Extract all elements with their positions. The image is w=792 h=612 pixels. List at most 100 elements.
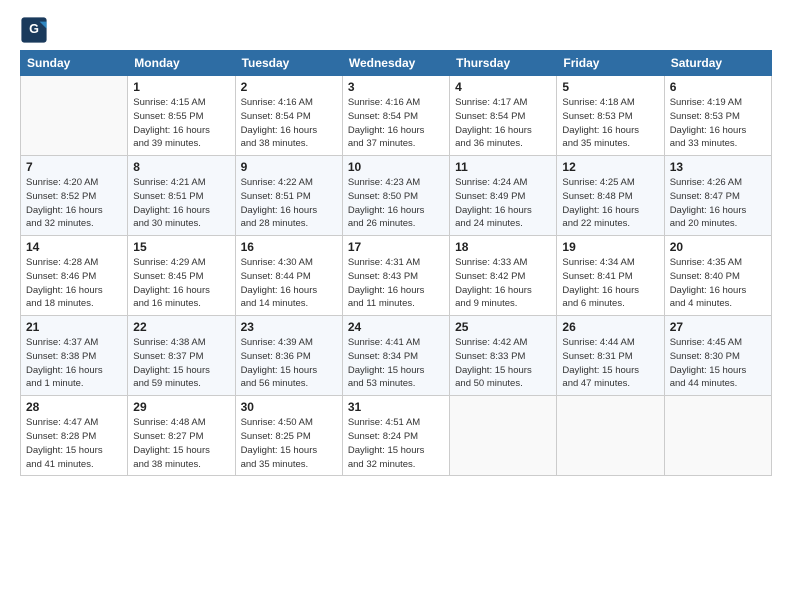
day-info: Sunrise: 4:37 AMSunset: 8:38 PMDaylight:… [26, 336, 122, 391]
day-number: 23 [241, 320, 337, 334]
calendar-cell: 18 Sunrise: 4:33 AMSunset: 8:42 PMDayligh… [450, 236, 557, 316]
day-info: Sunrise: 4:21 AMSunset: 8:51 PMDaylight:… [133, 176, 229, 231]
day-number: 12 [562, 160, 658, 174]
day-info: Sunrise: 4:29 AMSunset: 8:45 PMDaylight:… [133, 256, 229, 311]
day-info: Sunrise: 4:39 AMSunset: 8:36 PMDaylight:… [241, 336, 337, 391]
calendar-cell: 31 Sunrise: 4:51 AMSunset: 8:24 PMDayligh… [342, 396, 449, 476]
calendar-cell: 20 Sunrise: 4:35 AMSunset: 8:40 PMDayligh… [664, 236, 771, 316]
calendar-cell: 5Sunrise: 4:18 AMSunset: 8:53 PMDaylight… [557, 76, 664, 156]
day-info: Sunrise: 4:24 AMSunset: 8:49 PMDaylight:… [455, 176, 551, 231]
day-info: Sunrise: 4:17 AMSunset: 8:54 PMDaylight:… [455, 96, 551, 151]
day-info: Sunrise: 4:50 AMSunset: 8:25 PMDaylight:… [241, 416, 337, 471]
day-header-tuesday: Tuesday [235, 51, 342, 76]
calendar-cell: 12 Sunrise: 4:25 AMSunset: 8:48 PMDayligh… [557, 156, 664, 236]
day-info: Sunrise: 4:28 AMSunset: 8:46 PMDaylight:… [26, 256, 122, 311]
logo: G [20, 16, 52, 44]
day-header-friday: Friday [557, 51, 664, 76]
day-number: 15 [133, 240, 229, 254]
calendar-cell: 10 Sunrise: 4:23 AMSunset: 8:50 PMDayligh… [342, 156, 449, 236]
day-number: 4 [455, 80, 551, 94]
calendar-cell: 11 Sunrise: 4:24 AMSunset: 8:49 PMDayligh… [450, 156, 557, 236]
calendar-cell: 6Sunrise: 4:19 AMSunset: 8:53 PMDaylight… [664, 76, 771, 156]
day-number: 1 [133, 80, 229, 94]
day-number: 17 [348, 240, 444, 254]
day-number: 21 [26, 320, 122, 334]
day-number: 27 [670, 320, 766, 334]
calendar-cell: 16 Sunrise: 4:30 AMSunset: 8:44 PMDayligh… [235, 236, 342, 316]
calendar-cell: 2 Sunrise: 4:16 AMSunset: 8:54 PMDaylight… [235, 76, 342, 156]
day-info: Sunrise: 4:42 AMSunset: 8:33 PMDaylight:… [455, 336, 551, 391]
day-header-saturday: Saturday [664, 51, 771, 76]
calendar-cell [557, 396, 664, 476]
calendar-cell: 26 Sunrise: 4:44 AMSunset: 8:31 PMDayligh… [557, 316, 664, 396]
day-info: Sunrise: 4:20 AMSunset: 8:52 PMDaylight:… [26, 176, 122, 231]
day-info: Sunrise: 4:31 AMSunset: 8:43 PMDaylight:… [348, 256, 444, 311]
day-info: Sunrise: 4:30 AMSunset: 8:44 PMDaylight:… [241, 256, 337, 311]
calendar-cell: 9Sunrise: 4:22 AMSunset: 8:51 PMDaylight… [235, 156, 342, 236]
day-header-sunday: Sunday [21, 51, 128, 76]
calendar-body: 1Sunrise: 4:15 AMSunset: 8:55 PMDaylight… [21, 76, 772, 476]
day-number: 13 [670, 160, 766, 174]
calendar-cell [21, 76, 128, 156]
day-info: Sunrise: 4:47 AMSunset: 8:28 PMDaylight:… [26, 416, 122, 471]
calendar-week-3: 14 Sunrise: 4:28 AMSunset: 8:46 PMDayligh… [21, 236, 772, 316]
day-number: 31 [348, 400, 444, 414]
day-info: Sunrise: 4:45 AMSunset: 8:30 PMDaylight:… [670, 336, 766, 391]
day-info: Sunrise: 4:23 AMSunset: 8:50 PMDaylight:… [348, 176, 444, 231]
calendar-cell: 13 Sunrise: 4:26 AMSunset: 8:47 PMDayligh… [664, 156, 771, 236]
day-info: Sunrise: 4:26 AMSunset: 8:47 PMDaylight:… [670, 176, 766, 231]
day-info: Sunrise: 4:16 AMSunset: 8:54 PMDaylight:… [348, 96, 444, 151]
day-number: 22 [133, 320, 229, 334]
main-container: G SundayMondayTuesdayWednesdayThursdayFr… [0, 0, 792, 486]
calendar-cell: 21 Sunrise: 4:37 AMSunset: 8:38 PMDayligh… [21, 316, 128, 396]
day-number: 18 [455, 240, 551, 254]
day-number: 24 [348, 320, 444, 334]
calendar-table: SundayMondayTuesdayWednesdayThursdayFrid… [20, 50, 772, 476]
calendar-cell: 15 Sunrise: 4:29 AMSunset: 8:45 PMDayligh… [128, 236, 235, 316]
day-info: Sunrise: 4:33 AMSunset: 8:42 PMDaylight:… [455, 256, 551, 311]
day-info: Sunrise: 4:38 AMSunset: 8:37 PMDaylight:… [133, 336, 229, 391]
calendar-cell: 4 Sunrise: 4:17 AMSunset: 8:54 PMDaylight… [450, 76, 557, 156]
day-info: Sunrise: 4:16 AMSunset: 8:54 PMDaylight:… [241, 96, 337, 151]
day-info: Sunrise: 4:51 AMSunset: 8:24 PMDaylight:… [348, 416, 444, 471]
day-info: Sunrise: 4:25 AMSunset: 8:48 PMDaylight:… [562, 176, 658, 231]
day-number: 19 [562, 240, 658, 254]
calendar-week-2: 7Sunrise: 4:20 AMSunset: 8:52 PMDaylight… [21, 156, 772, 236]
calendar-cell [450, 396, 557, 476]
day-number: 11 [455, 160, 551, 174]
calendar-cell: 8Sunrise: 4:21 AMSunset: 8:51 PMDaylight… [128, 156, 235, 236]
day-info: Sunrise: 4:48 AMSunset: 8:27 PMDaylight:… [133, 416, 229, 471]
calendar-week-4: 21 Sunrise: 4:37 AMSunset: 8:38 PMDayligh… [21, 316, 772, 396]
day-info: Sunrise: 4:35 AMSunset: 8:40 PMDaylight:… [670, 256, 766, 311]
day-number: 3 [348, 80, 444, 94]
calendar-cell: 1Sunrise: 4:15 AMSunset: 8:55 PMDaylight… [128, 76, 235, 156]
day-number: 10 [348, 160, 444, 174]
day-header-thursday: Thursday [450, 51, 557, 76]
day-number: 20 [670, 240, 766, 254]
calendar-cell: 17 Sunrise: 4:31 AMSunset: 8:43 PMDayligh… [342, 236, 449, 316]
day-number: 14 [26, 240, 122, 254]
day-header-wednesday: Wednesday [342, 51, 449, 76]
calendar-cell: 30Sunrise: 4:50 AMSunset: 8:25 PMDayligh… [235, 396, 342, 476]
day-info: Sunrise: 4:34 AMSunset: 8:41 PMDaylight:… [562, 256, 658, 311]
calendar-cell: 24 Sunrise: 4:41 AMSunset: 8:34 PMDayligh… [342, 316, 449, 396]
calendar-cell: 29Sunrise: 4:48 AMSunset: 8:27 PMDayligh… [128, 396, 235, 476]
day-number: 26 [562, 320, 658, 334]
calendar-week-1: 1Sunrise: 4:15 AMSunset: 8:55 PMDaylight… [21, 76, 772, 156]
calendar-week-5: 28Sunrise: 4:47 AMSunset: 8:28 PMDayligh… [21, 396, 772, 476]
calendar-cell [664, 396, 771, 476]
calendar-cell: 7Sunrise: 4:20 AMSunset: 8:52 PMDaylight… [21, 156, 128, 236]
day-info: Sunrise: 4:44 AMSunset: 8:31 PMDaylight:… [562, 336, 658, 391]
calendar-cell: 23 Sunrise: 4:39 AMSunset: 8:36 PMDayligh… [235, 316, 342, 396]
calendar-header-row: SundayMondayTuesdayWednesdayThursdayFrid… [21, 51, 772, 76]
day-number: 16 [241, 240, 337, 254]
calendar-cell: 22 Sunrise: 4:38 AMSunset: 8:37 PMDayligh… [128, 316, 235, 396]
calendar-cell: 28Sunrise: 4:47 AMSunset: 8:28 PMDayligh… [21, 396, 128, 476]
day-number: 2 [241, 80, 337, 94]
day-info: Sunrise: 4:41 AMSunset: 8:34 PMDaylight:… [348, 336, 444, 391]
calendar-cell: 25 Sunrise: 4:42 AMSunset: 8:33 PMDayligh… [450, 316, 557, 396]
day-number: 25 [455, 320, 551, 334]
calendar-cell: 3 Sunrise: 4:16 AMSunset: 8:54 PMDaylight… [342, 76, 449, 156]
day-info: Sunrise: 4:22 AMSunset: 8:51 PMDaylight:… [241, 176, 337, 231]
day-header-monday: Monday [128, 51, 235, 76]
